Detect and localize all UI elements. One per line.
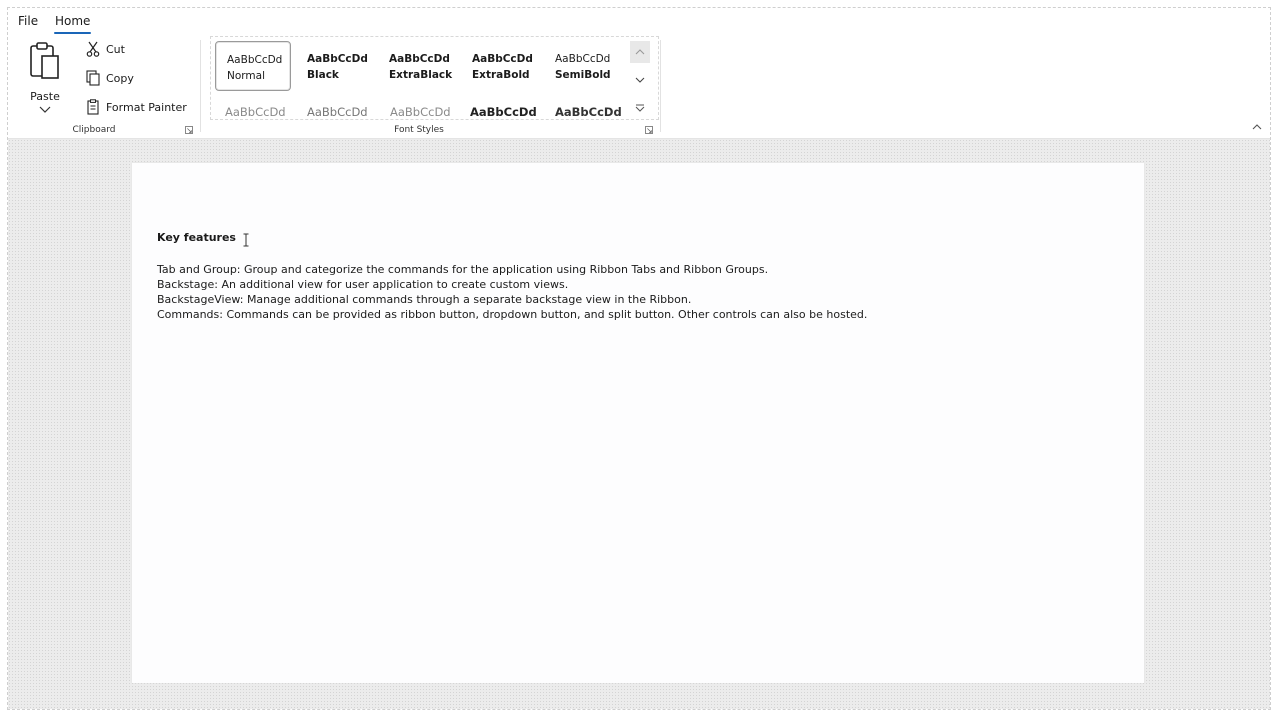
style-sample-row2[interactable]: AaBbCcDd [390, 105, 451, 119]
collapse-ribbon-icon[interactable] [1251, 122, 1263, 132]
tab-file[interactable]: File [18, 14, 38, 28]
style-sample-row2[interactable]: AaBbCcDd [555, 105, 622, 119]
style-name: ExtraBlack [389, 69, 453, 81]
document-line: Tab and Group: Group and categorize the … [157, 263, 769, 276]
style-sample: AaBbCcDd [227, 54, 283, 66]
style-sample-row2[interactable]: AaBbCcDd [307, 105, 368, 119]
document-area: Key features Tab and Group: Group and ca… [8, 139, 1270, 709]
document-body: Tab and Group: Group and categorize the … [157, 262, 867, 322]
style-sample-row2[interactable]: AaBbCcDd [470, 105, 537, 119]
cut-icon [86, 41, 100, 57]
tab-home[interactable]: Home [53, 14, 92, 34]
group-divider [200, 40, 201, 132]
copy-button[interactable]: Copy [86, 68, 134, 88]
paste-label: Paste [30, 90, 60, 103]
ribbon: Paste Cut Copy Format Painter Clipboard … [8, 34, 1270, 139]
style-semibold[interactable]: AaBbCcDd SemiBold [549, 41, 625, 91]
format-painter-icon [87, 99, 99, 115]
style-name: Normal [227, 70, 265, 82]
chevron-down-icon[interactable] [39, 106, 51, 114]
ribbon-tab-bar: File Home [8, 8, 1270, 34]
style-sample: AaBbCcDd [307, 53, 368, 65]
gallery-scrollbar [629, 39, 651, 119]
font-styles-gallery: AaBbCcDd Normal AaBbCcDd Black AaBbCcDd … [210, 36, 659, 120]
format-painter-button[interactable]: Format Painter [86, 97, 187, 117]
style-sample-row2[interactable]: AaBbCcDd [225, 105, 286, 119]
document-line: Commands: Commands can be provided as ri… [157, 308, 868, 321]
style-name: Black [307, 69, 339, 81]
document-line: Backstage: An additional view for user a… [157, 278, 569, 291]
style-extrabold[interactable]: AaBbCcDd ExtraBold [466, 41, 542, 91]
paste-button[interactable]: Paste [20, 38, 70, 118]
document-page[interactable]: Key features Tab and Group: Group and ca… [132, 163, 1144, 683]
style-black[interactable]: AaBbCcDd Black [301, 41, 377, 91]
scroll-down-icon[interactable] [630, 69, 650, 91]
gallery-expand-icon[interactable] [630, 97, 650, 119]
paste-icon [30, 42, 59, 79]
document-heading: Key features [157, 231, 236, 244]
cut-button[interactable]: Cut [86, 39, 125, 59]
font-styles-dialog-launcher-icon[interactable]: ↘ [645, 126, 653, 135]
style-sample: AaBbCcDd [389, 53, 450, 65]
clipboard-dialog-launcher-icon[interactable]: ↘ [185, 126, 193, 135]
style-name: ExtraBold [472, 69, 530, 81]
style-name: SemiBold [555, 69, 611, 81]
format-painter-label: Format Painter [106, 100, 187, 114]
document-line: BackstageView: Manage additional command… [157, 293, 692, 306]
style-sample: AaBbCcDd [555, 53, 611, 65]
copy-icon [86, 70, 100, 86]
style-extrablack[interactable]: AaBbCcDd ExtraBlack [383, 41, 459, 91]
group-divider [660, 40, 661, 132]
copy-label: Copy [106, 71, 134, 85]
clipboard-group-label: Clipboard [72, 125, 116, 135]
style-sample: AaBbCcDd [472, 53, 533, 65]
scroll-up-icon[interactable] [630, 41, 650, 63]
cut-label: Cut [106, 42, 125, 56]
text-cursor-icon [243, 233, 249, 247]
style-normal[interactable]: AaBbCcDd Normal [215, 41, 291, 91]
font-styles-group-label: Font Styles [394, 125, 444, 135]
